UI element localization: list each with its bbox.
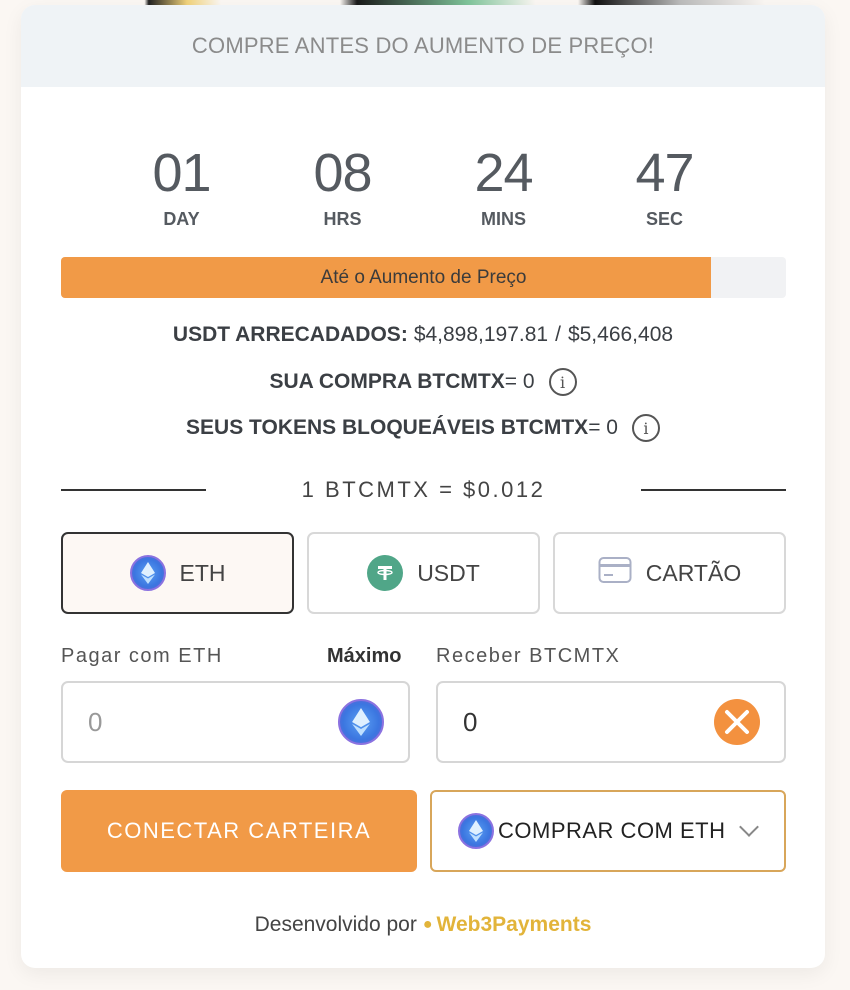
purchase-stat: SUA COMPRA BTCMTX = 0 i — [21, 368, 825, 396]
presale-widget: COMPRE ANTES DO AUMENTO DE PREÇO! 01 DAY… — [21, 5, 825, 968]
tab-label: ETH — [179, 559, 226, 586]
footer-prefix: Desenvolvido por — [254, 913, 417, 936]
purchase-label: SUA COMPRA BTCMTX — [269, 370, 505, 393]
max-button[interactable]: Máximo — [327, 645, 401, 668]
divider — [641, 489, 786, 491]
price-increase-banner: COMPRE ANTES DO AUMENTO DE PREÇO! — [21, 5, 825, 87]
buy-select-label: COMPRAR COM ETH — [498, 818, 726, 843]
info-icon[interactable]: i — [631, 414, 660, 442]
tab-card[interactable]: CARTÃO — [553, 532, 786, 614]
payment-method-tabs: ETH USDT CARTÃO — [61, 532, 786, 614]
chevron-down-icon — [739, 817, 759, 837]
ethereum-icon — [129, 555, 166, 591]
purchase-value: = 0 — [504, 370, 535, 393]
countdown-label: SEC — [645, 209, 683, 229]
web3payments-link[interactable]: ● Web3Payments — [423, 913, 592, 937]
tab-usdt[interactable]: USDT — [307, 532, 540, 614]
receive-amount-input[interactable] — [463, 706, 663, 738]
brand-label: Web3Payments — [436, 913, 592, 936]
countdown-minutes: 24 MINS — [423, 143, 584, 230]
banner-text: COMPRE ANTES DO AUMENTO DE PREÇO! — [191, 33, 655, 58]
countdown-value: 24 — [474, 143, 533, 203]
countdown-label: DAY — [163, 209, 200, 229]
raised-label: USDT ARRECADADOS: — [172, 323, 408, 346]
stakeable-label: SEUS TOKENS BLOQUEÁVEIS BTCMTX — [186, 416, 589, 439]
countdown-hours: 08 HRS — [262, 143, 423, 230]
countdown-timer: 01 DAY 08 HRS 24 MINS 47 SEC — [21, 143, 825, 230]
countdown-value: 47 — [635, 143, 694, 203]
connect-wallet-button[interactable]: CONECTAR CARTEIRA — [61, 790, 417, 872]
countdown-label: HRS — [323, 209, 362, 229]
tab-label: USDT — [417, 559, 480, 586]
stakeable-value: = 0 — [588, 416, 618, 439]
countdown-value: 01 — [152, 143, 211, 203]
receive-amount-box — [436, 681, 786, 763]
buy-currency-select[interactable]: COMPRAR COM ETH — [430, 790, 786, 872]
raised-goal: $5,466,408 — [567, 323, 674, 346]
countdown-days: 01 DAY — [101, 143, 262, 230]
web3payments-logo-icon: ● — [422, 916, 433, 933]
credit-card-icon — [598, 556, 632, 590]
raised-value: $4,898,197.81 — [413, 323, 549, 346]
btcmtx-icon — [714, 699, 760, 745]
pay-amount-input[interactable] — [88, 706, 288, 738]
receive-field-label: Receber BTCMTX — [436, 645, 621, 667]
rate-text: 1 BTCMTX = $0.012 — [301, 477, 546, 502]
powered-by-footer: Desenvolvido por ● Web3Payments — [21, 913, 825, 937]
tab-eth[interactable]: ETH — [61, 532, 294, 614]
raised-separator: / — [555, 323, 561, 346]
countdown-label: MINS — [481, 209, 526, 229]
pay-amount-box — [61, 681, 410, 763]
presale-progress-bar: Até o Aumento de Preço — [61, 257, 786, 298]
countdown-seconds: 47 SEC — [584, 143, 745, 230]
countdown-value: 08 — [313, 143, 372, 203]
exchange-rate: 1 BTCMTX = $0.012 — [61, 475, 786, 505]
stakeable-stat: SEUS TOKENS BLOQUEÁVEIS BTCMTX = 0 i — [21, 414, 825, 442]
tether-icon — [367, 555, 404, 591]
tab-label: CARTÃO — [645, 559, 742, 586]
ethereum-icon — [338, 699, 384, 745]
ethereum-icon — [458, 813, 494, 849]
divider — [61, 489, 206, 491]
pay-field-label: Pagar com ETH — [61, 645, 223, 667]
raised-stat: USDT ARRECADADOS: $4,898,197.81 / $5,466… — [21, 323, 825, 347]
info-icon[interactable]: i — [548, 368, 577, 396]
progress-label: Até o Aumento de Preço — [320, 266, 527, 288]
